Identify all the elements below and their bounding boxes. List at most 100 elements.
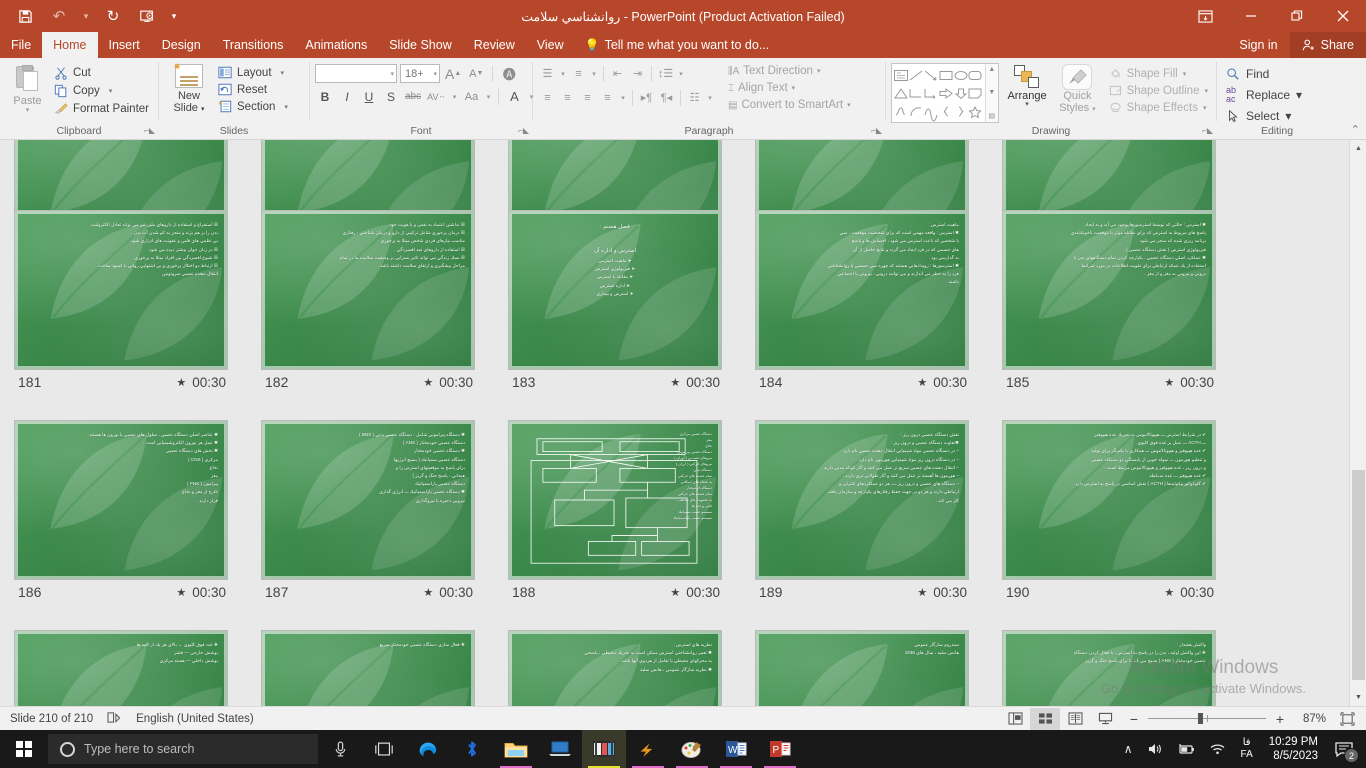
select-dropdown-icon[interactable]: ▾ [1285,109,1291,123]
align-center-button[interactable]: ≡ [558,88,577,107]
underline-button[interactable]: U [359,87,379,106]
cut-button[interactable]: Cut [50,65,153,81]
text-shadow-button[interactable]: S [381,87,401,106]
quick-styles-button[interactable]: Quick Styles ▾ [1055,63,1099,114]
customize-qat-icon[interactable]: ▾ [164,2,184,30]
start-button[interactable] [0,730,48,768]
slide-thumbnail[interactable]: ✱ استرس : حالتي كه توسط استرسورها بوجود … [1002,210,1216,370]
slide-thumbnail[interactable]: ❖ فعال سازي دستگاه عصبي خودمختار سريع [261,630,475,706]
paragraph-dialog-launcher-icon[interactable]: ⌐◣ [871,123,882,138]
winamp-icon[interactable] [626,730,670,768]
zoom-slider[interactable] [1148,718,1266,719]
shape-elbow-arrow-icon[interactable] [924,84,939,102]
slide-show-button[interactable] [1090,708,1120,730]
slide-cell[interactable]: سندروم سازگار عموميهانس سليه ، سال هاي 1… [755,630,1002,706]
decrease-font-size-icon[interactable]: A▼ [466,64,486,83]
vertical-scrollbar[interactable]: ▲ ▼ [1349,140,1366,706]
zoom-slider-handle[interactable] [1198,713,1203,724]
powerpoint-icon[interactable]: P [758,730,802,768]
numbering-button[interactable]: ≡ [569,64,588,83]
shape-curve-icon[interactable] [924,102,939,120]
shapes-scroll-down-icon[interactable]: ▼ [988,89,995,96]
language-indicator[interactable]: English (United States) [136,713,254,725]
decrease-indent-button[interactable]: ⇤ [608,64,627,83]
tab-home[interactable]: Home [42,32,97,58]
bold-button[interactable]: B [315,87,335,106]
tab-insert[interactable]: Insert [98,32,151,58]
shape-arc-icon[interactable] [909,102,924,120]
slide-cell[interactable]: ✔ در شرايط استرس ـــ هيپوتالاموس ـــ تحر… [1002,420,1249,600]
file-explorer-icon[interactable] [494,730,538,768]
paste-dropdown-icon[interactable]: ▾ [26,108,30,114]
start-slideshow-icon[interactable] [130,2,164,30]
slide-cell[interactable]: نظريه هاي استرس :✱ تعبير روانشناختي استر… [508,630,755,706]
undo-dropdown-icon[interactable]: ▾ [76,2,96,30]
slide-thumbnail[interactable]: فصل هشتم : استرس و اداره آن➤ ماهيت استرس… [508,210,722,370]
shapes-more-icon[interactable]: ▤ [989,112,996,120]
paste-button[interactable]: Paste ▾ [5,62,50,114]
align-right-button[interactable]: ≡ [578,88,597,107]
shape-elbow-connector-icon[interactable] [909,84,924,102]
taskbar-search-input[interactable]: Type here to search [48,734,318,764]
slide-cell[interactable]: نقش دستگاه عصبي درون ريز :✱تفاوت دستگاه … [755,420,1002,600]
strikethrough-button[interactable]: abc [403,87,423,106]
shape-left-brace-icon[interactable] [938,102,953,120]
section-button[interactable]: ✷ Section ▾ [214,99,292,114]
zoom-percentage[interactable]: 87% [1294,713,1326,725]
show-hidden-icons[interactable]: ∧ [1117,730,1140,768]
character-spacing-button[interactable]: AV↔ [425,87,447,106]
shape-arrow-icon[interactable] [924,66,939,84]
remote-desktop-icon[interactable] [538,730,582,768]
new-slide-button[interactable]: ✷ New Slide ▾ [164,62,214,116]
task-view-icon[interactable] [362,730,406,768]
share-button[interactable]: Share [1290,32,1366,58]
volume-icon[interactable] [1140,730,1170,768]
slide-thumbnail[interactable]: ✱ عناصر اصلي دستگاه عصبي ، سلول هاي عصبي… [14,420,228,580]
clock[interactable]: 10:29 PM 8/5/2023 [1261,730,1326,768]
section-dropdown-icon[interactable]: ▾ [284,103,288,111]
select-button[interactable]: Select ▾ [1222,108,1306,124]
scrollbar-thumb[interactable] [1352,470,1365,680]
shape-textbox-icon[interactable] [894,66,909,84]
shape-outline-button[interactable]: Shape Outline▾ [1106,83,1211,98]
wifi-icon[interactable] [1202,730,1233,768]
minimize-icon[interactable] [1228,0,1274,32]
slide-thumbnail[interactable]: ✔ در شرايط استرس ـــ هيپوتالاموس ـــ تحر… [1002,420,1216,580]
ltr-direction-button[interactable]: ▸¶ [637,88,656,107]
slide-cell[interactable]: دستگاه عصبي مركزيمغزنخاعدستگاه عصبي پيرا… [508,420,755,600]
shape-effects-button[interactable]: Shape Effects▾ [1106,100,1211,115]
slide-thumbnail[interactable]: ☒ نداشتن اعتماد به نفس و يا هويت خود☒ در… [261,210,475,370]
zoom-out-button[interactable]: − [1128,711,1140,727]
tab-design[interactable]: Design [151,32,212,58]
redo-icon[interactable]: ↻ [96,2,130,30]
tab-transitions[interactable]: Transitions [212,32,295,58]
shape-right-brace-icon[interactable] [953,102,968,120]
slide-grid[interactable]: ز نگرش ها در مورد وزن بدن176★00:30ز تحري… [0,140,1349,706]
scroll-down-icon[interactable]: ▼ [1350,689,1366,706]
slide-cell[interactable]: ❖ فعال سازي دستگاه عصبي خودمختار سريع [261,630,508,706]
convert-to-smartart-button[interactable]: ▤ Convert to SmartArt ▾ [725,98,854,112]
shape-rounded-rect-icon[interactable] [968,66,983,84]
normal-view-button[interactable] [1000,708,1030,730]
reading-view-button[interactable] [1060,708,1090,730]
shape-rectangle-icon[interactable] [938,66,953,84]
shape-right-arrow-icon[interactable] [938,84,953,102]
shape-line-icon[interactable] [909,66,924,84]
find-button[interactable]: Find [1222,66,1306,82]
undo-icon[interactable]: ↶ [42,2,76,30]
slide-thumbnail[interactable]: نقش دستگاه عصبي درون ريز :✱تفاوت دستگاه … [755,420,969,580]
clipboard-dialog-launcher-icon[interactable]: ⌐◣ [144,123,155,138]
slide-thumbnail[interactable]: نظريه هاي استرس :✱ تعبير روانشناختي استر… [508,630,722,706]
bluetooth-icon[interactable] [450,730,494,768]
slide-cell[interactable]: ✱ استرس : حالتي كه توسط استرسورها بوجود … [1002,210,1249,390]
word-icon[interactable]: W [714,730,758,768]
line-spacing-dropdown-icon[interactable]: ▾ [676,64,686,83]
slide-cell[interactable]: ❖ غدد فوق كليوي ← بالاي هر يك از كليه ها… [14,630,261,706]
columns-button[interactable]: ☷ [685,88,704,107]
replace-button[interactable]: abac Replace ▾ [1222,85,1306,105]
increase-font-size-icon[interactable]: A▲ [443,64,463,83]
tab-file[interactable]: File [0,32,42,58]
increase-indent-button[interactable]: ⇥ [628,64,647,83]
restore-icon[interactable] [1274,0,1320,32]
slide-cell[interactable]: واكنش هشدار :❖ اين واكنش اوليه ، بدن را … [1002,630,1249,706]
